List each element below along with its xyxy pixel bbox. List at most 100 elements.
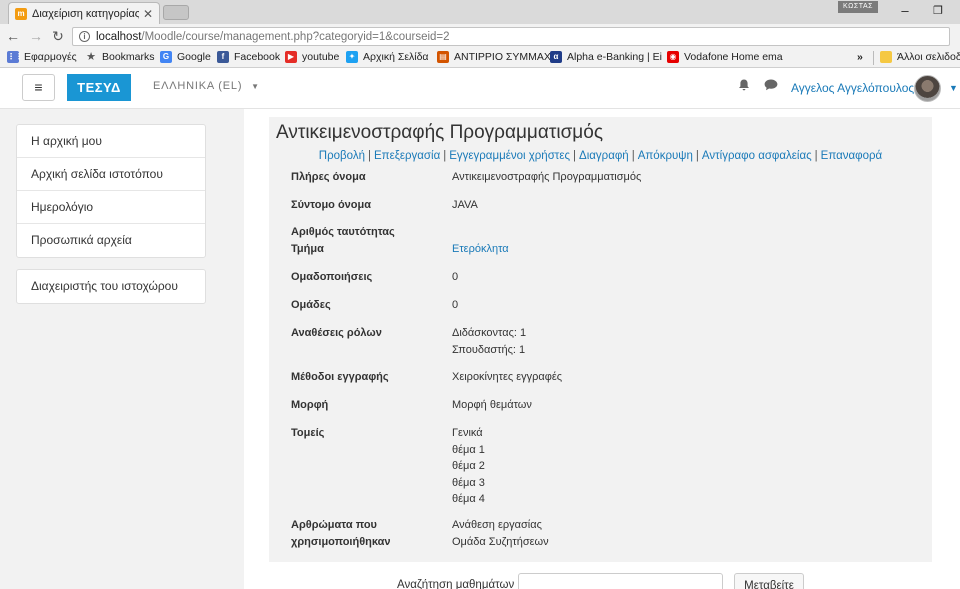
profile-name-badge[interactable]: ΚΩΣΤΑΣ <box>838 1 878 13</box>
field-value-list: Γενικά θέμα 1 θέμα 2 θέμα 3 θέμα 4 <box>452 425 892 508</box>
section-name: Γενικά <box>452 427 483 439</box>
user-menu-name[interactable]: Αγγελος Αγγελόπουλος <box>791 81 914 95</box>
sidebar-item-site-admin[interactable]: Διαχειριστής του ιστοχώρου <box>17 270 205 303</box>
notification-bell-icon[interactable] <box>736 79 752 95</box>
other-bookmarks-label: Άλλοι σελιδοδ <box>897 51 960 63</box>
action-enrolled-users-link[interactable]: Εγγεγραμμένοι χρήστες <box>449 150 570 162</box>
bookmark-label: Αρχική Σελίδα <box>363 51 429 63</box>
bookmark-label: ΑΝΤΙΡΡΙΟ ΣΥΜΜΑΧΙΑ <box>454 51 561 63</box>
module-name: Ανάθεση εργασίας <box>452 519 542 531</box>
moodle-favicon-icon: m <box>15 7 27 20</box>
role-count: Διδάσκοντας: 1 <box>452 327 527 339</box>
field-label: Τομείς <box>291 427 325 439</box>
bookmark-label: youtube <box>302 51 340 63</box>
navigation-block: Η αρχική μου Αρχική σελίδα ιστοτόπου Ημε… <box>16 124 206 258</box>
google-icon: G <box>160 51 172 63</box>
minimize-icon[interactable]: – <box>895 2 915 20</box>
bookmarks-divider <box>873 51 874 65</box>
module-name: Ομάδα Συζητήσεων <box>452 535 549 548</box>
other-bookmarks-folder[interactable]: Άλλοι σελιδοδ <box>880 51 960 63</box>
reload-icon[interactable]: ↻ <box>49 27 67 45</box>
sidebar-item-calendar[interactable]: Ημερολόγιο <box>17 191 205 224</box>
bookmarks-overflow-button[interactable]: » <box>857 51 863 63</box>
action-view-link[interactable]: Προβολή <box>319 150 365 162</box>
course-search-label: Αναζήτηση μαθημάτων <box>397 579 515 589</box>
field-label: Αριθμός ταυτότητας <box>291 226 395 238</box>
course-search-go-button[interactable]: Μεταβείτε <box>734 573 804 589</box>
field-label: Σύντομο όνομα <box>291 199 371 211</box>
language-label: ΕΛΛΗΝΙΚΑ (EL) <box>153 80 243 92</box>
sidebar-item-dashboard[interactable]: Η αρχική μου <box>17 125 205 158</box>
bookmark-label: Facebook <box>234 51 281 63</box>
tab-close-icon[interactable]: ✕ <box>143 7 153 21</box>
sidebar-item-site-home[interactable]: Αρχική σελίδα ιστοτόπου <box>17 158 205 191</box>
site-brand-logo[interactable]: ΤΕΣΥΔ <box>67 74 131 101</box>
section-name: θέμα 1 <box>452 443 485 456</box>
bookmark-label: Εφαρμογές <box>24 51 77 63</box>
section-name: θέμα 2 <box>452 460 485 472</box>
star-icon: ★ <box>86 51 96 63</box>
bookmark-item[interactable]: α Alpha e-Banking | Ei <box>550 51 662 63</box>
bookmark-item[interactable]: G Google <box>160 51 211 63</box>
messages-bubble-icon[interactable] <box>763 79 779 95</box>
action-restore-link[interactable]: Επαναφορά <box>821 150 883 162</box>
bookmark-item[interactable]: ✦ Αρχική Σελίδα <box>346 51 429 63</box>
bookmark-item[interactable]: ◉ Vodafone Home ema <box>667 51 783 63</box>
field-label: Αρθρώματα που χρησιμοποιήθηκαν <box>291 519 391 548</box>
browser-tab[interactable]: m Διαχείριση κατηγορίας κ ✕ <box>8 2 160 24</box>
drawer-toggle-button[interactable]: ≡ <box>22 74 55 101</box>
category-link[interactable]: Ετερόκλητα <box>452 241 892 258</box>
user-menu-chevron-icon[interactable]: ▼ <box>949 83 958 93</box>
browser-toolbar: ← → ↻ i localhost /Moodle/course/managem… <box>0 24 960 48</box>
url-host: localhost <box>96 30 142 43</box>
field-value: Αντικειμενοστραφής Προγραμματισμός <box>452 171 642 183</box>
bookmark-label: Google <box>177 51 211 63</box>
sidebar-item-private-files[interactable]: Προσωπικά αρχεία <box>17 224 205 257</box>
browser-tabstrip: m Διαχείριση κατηγορίας κ ✕ ΚΩΣΤΑΣ – ❐ <box>0 0 960 24</box>
url-path: /Moodle/course/management.php?categoryid… <box>141 30 450 43</box>
action-separator: | <box>814 150 818 162</box>
folder-icon <box>880 51 892 63</box>
restore-icon[interactable]: ❐ <box>928 2 948 20</box>
course-detail-panel: Αντικειμενοστραφής Προγραμματισμός Προβο… <box>269 117 932 562</box>
action-separator: | <box>367 150 371 162</box>
forward-arrow-icon[interactable]: → <box>27 27 45 45</box>
bookmark-item[interactable]: ★ Bookmarks <box>85 51 155 63</box>
bookmark-label: Bookmarks <box>102 51 155 63</box>
course-search-input[interactable] <box>518 573 723 589</box>
site-info-icon[interactable]: i <box>79 31 90 42</box>
field-value: Χειροκίνητες εγγραφές <box>452 371 563 383</box>
action-separator: | <box>443 150 447 162</box>
back-arrow-icon[interactable]: ← <box>4 27 22 45</box>
bookmarks-bar: ⋮⋮ Εφαρμογές ★ Bookmarks G Google f Facebook ▶ yo… <box>0 48 960 68</box>
course-title: Αντικειμενοστραφής Προγραμματισμός <box>276 122 603 143</box>
facebook-icon: f <box>217 51 229 63</box>
admin-block: Διαχειριστής του ιστοχώρου <box>16 269 206 304</box>
language-menu[interactable]: ΕΛΛΗΝΙΚΑ (EL) ▼ <box>153 80 260 92</box>
action-backup-link[interactable]: Αντίγραφο ασφαλείας <box>702 150 812 162</box>
action-delete-link[interactable]: Διαγραφή <box>579 150 629 162</box>
bookmark-item[interactable]: ⋮⋮ Εφαρμογές <box>7 51 77 63</box>
field-value: 0 <box>452 271 459 283</box>
field-label: Αναθέσεις ρόλων <box>291 327 382 339</box>
field-value: 0 <box>452 299 459 311</box>
field-label: Πλήρες όνομα <box>291 171 366 183</box>
field-value: Μορφή θεμάτων <box>452 399 532 411</box>
bookmark-label: Alpha e-Banking | Ei <box>567 51 662 63</box>
folder-doc-icon: ▤ <box>437 51 449 63</box>
action-edit-link[interactable]: Επεξεργασία <box>374 150 440 162</box>
new-tab-button[interactable] <box>163 5 189 20</box>
address-bar[interactable]: i localhost /Moodle/course/management.ph… <box>72 27 950 46</box>
section-name: θέμα 3 <box>452 476 485 489</box>
bookmark-item[interactable]: ▶ youtube <box>285 51 339 63</box>
action-hide-link[interactable]: Απόκρυψη <box>638 150 693 162</box>
field-value-list: Διδάσκοντας: 1 Σπουδαστής: 1 <box>452 325 892 358</box>
bookmark-label: Vodafone Home ema <box>684 51 783 63</box>
tab-title: Διαχείριση κατηγορίας κ <box>32 7 139 20</box>
action-separator: | <box>573 150 577 162</box>
action-separator: | <box>631 150 635 162</box>
bookmark-item[interactable]: f Facebook <box>217 51 280 63</box>
user-avatar[interactable] <box>914 75 941 102</box>
action-separator: | <box>695 150 699 162</box>
bookmark-item[interactable]: ▤ ΑΝΤΙΡΡΙΟ ΣΥΜΜΑΧΙΑ <box>437 51 561 63</box>
